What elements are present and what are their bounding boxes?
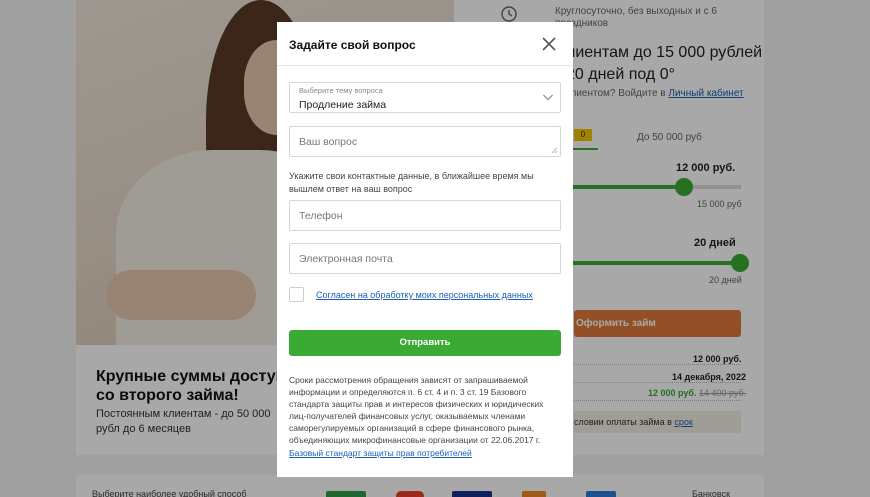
topic-select-label: Выберите тему вопроса bbox=[299, 86, 383, 95]
consent-link[interactable]: Согласен на обработку моих персональных … bbox=[316, 290, 533, 300]
ask-question-modal: Задайте свой вопрос Выберите тему вопрос… bbox=[277, 22, 573, 477]
topic-select-value: Продление займа bbox=[299, 99, 387, 111]
email-placeholder: Электронная почта bbox=[299, 253, 393, 265]
topic-select[interactable]: Выберите тему вопроса Продление займа bbox=[289, 82, 561, 113]
phone-placeholder: Телефон bbox=[299, 210, 343, 222]
chevron-down-icon bbox=[543, 94, 553, 101]
question-placeholder: Ваш вопрос bbox=[299, 136, 358, 148]
close-icon bbox=[542, 37, 556, 51]
question-textarea[interactable]: Ваш вопрос bbox=[289, 126, 561, 157]
consent-checkbox[interactable] bbox=[289, 287, 304, 302]
consumer-standard-link[interactable]: Базовый стандарт защиты прав потребителе… bbox=[289, 448, 472, 458]
close-button[interactable] bbox=[541, 36, 557, 52]
modal-title: Задайте свой вопрос bbox=[289, 38, 416, 52]
modal-header: Задайте свой вопрос bbox=[277, 22, 573, 66]
terms-text: Сроки рассмотрения обращения зависят от … bbox=[289, 375, 544, 445]
phone-input[interactable]: Телефон bbox=[289, 200, 561, 231]
email-input[interactable]: Электронная почта bbox=[289, 243, 561, 274]
contact-hint: Укажите свои контактные данные, в ближай… bbox=[289, 171, 534, 194]
resize-handle-icon bbox=[551, 147, 558, 154]
submit-button[interactable]: Отправить bbox=[289, 330, 561, 356]
